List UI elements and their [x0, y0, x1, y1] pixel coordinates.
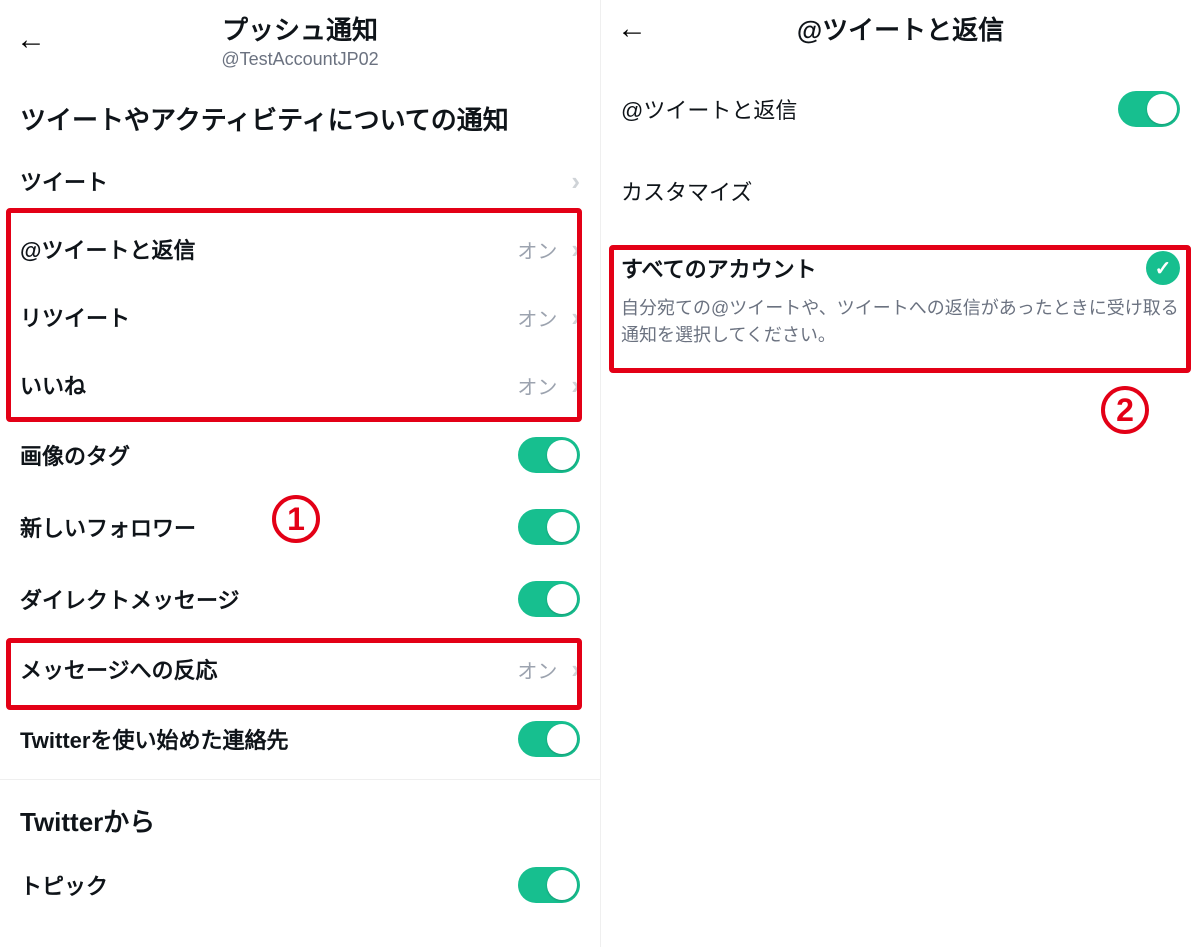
- toggle-new-followers[interactable]: [518, 509, 580, 545]
- row-label: Twitterを使い始めた連絡先: [20, 723, 518, 755]
- page-subtitle: @TestAccountJP02: [56, 49, 544, 70]
- row-topics: トピック: [0, 849, 600, 921]
- toggle-topics[interactable]: [518, 867, 580, 903]
- header: ← @ツイートと返信: [601, 0, 1200, 55]
- toggle-direct-messages[interactable]: [518, 581, 580, 617]
- row-label: ツイート: [20, 165, 571, 197]
- row-label: すべてのアカウント: [621, 252, 1146, 284]
- toggle-contacts-joined[interactable]: [518, 721, 580, 757]
- page-title: プッシュ通知: [56, 10, 544, 47]
- row-value: オン: [517, 303, 557, 332]
- chevron-right-icon: ›: [571, 168, 580, 194]
- chevron-right-icon: ›: [571, 236, 580, 262]
- chevron-right-icon: ›: [571, 304, 580, 330]
- chevron-right-icon: ›: [571, 372, 580, 398]
- row-mentions-replies-toggle: @ツイートと返信: [601, 73, 1200, 145]
- row-label: 新しいフォロワー: [20, 511, 518, 543]
- row-value: オン: [517, 235, 557, 264]
- back-arrow-icon[interactable]: ←: [16, 25, 56, 55]
- screen-push-notifications: ← プッシュ通知 @TestAccountJP02 ツイートやアクティビティにつ…: [0, 0, 600, 947]
- toggle-mentions-replies[interactable]: [1118, 91, 1180, 127]
- row-label: いいね: [20, 369, 517, 401]
- row-likes[interactable]: いいね オン ›: [0, 351, 600, 419]
- row-retweets[interactable]: リツイート オン ›: [0, 283, 600, 351]
- row-label: @ツイートと返信: [20, 233, 517, 265]
- section-title-from-twitter: Twitterから: [0, 780, 600, 849]
- row-message-reactions[interactable]: メッセージへの反応 オン ›: [0, 635, 600, 703]
- page-title: @ツイートと返信: [657, 10, 1144, 47]
- row-photo-tags: 画像のタグ: [0, 419, 600, 491]
- annotation-number: 2: [1116, 392, 1134, 429]
- header-titles: @ツイートと返信: [657, 10, 1184, 47]
- row-label: ダイレクトメッセージ: [20, 583, 518, 615]
- section-title-activity: ツイートやアクティビティについての通知: [0, 78, 600, 147]
- header: ← プッシュ通知 @TestAccountJP02: [0, 0, 600, 78]
- annotation-number-badge-2: 2: [1101, 386, 1149, 434]
- check-icon: ✓: [1146, 251, 1180, 285]
- toggle-photo-tags[interactable]: [518, 437, 580, 473]
- row-contacts-joined: Twitterを使い始めた連絡先: [0, 703, 600, 775]
- back-arrow-icon[interactable]: ←: [617, 14, 657, 44]
- row-new-followers: 新しいフォロワー: [0, 491, 600, 563]
- row-subtitle: 自分宛ての@ツイートや、ツイートへの返信があったときに受け取る通知を選択してくだ…: [601, 295, 1200, 365]
- row-label: 画像のタグ: [20, 439, 518, 471]
- row-label: @ツイートと返信: [621, 93, 1118, 125]
- row-value: オン: [517, 371, 557, 400]
- header-titles: プッシュ通知 @TestAccountJP02: [56, 10, 584, 70]
- row-direct-messages: ダイレクトメッセージ: [0, 563, 600, 635]
- chevron-right-icon: ›: [571, 656, 580, 682]
- section-title-customize: カスタマイズ: [601, 175, 1200, 207]
- screen-mentions-replies: ← @ツイートと返信 @ツイートと返信 カスタマイズ すべてのアカウント ✓ 自…: [600, 0, 1200, 947]
- row-all-accounts[interactable]: すべてのアカウント ✓: [601, 233, 1200, 295]
- row-label: メッセージへの反応: [20, 653, 517, 685]
- row-tweets[interactable]: ツイート ›: [0, 147, 600, 215]
- row-value: オン: [517, 655, 557, 684]
- row-mentions-replies[interactable]: @ツイートと返信 オン ›: [0, 215, 600, 283]
- row-label: リツイート: [20, 301, 517, 333]
- row-label: トピック: [20, 869, 518, 901]
